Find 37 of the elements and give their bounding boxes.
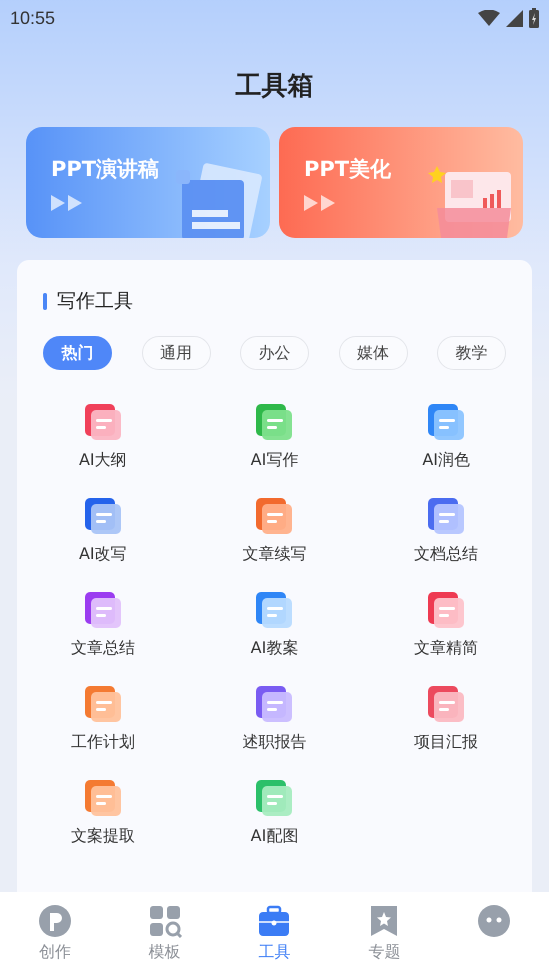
logo-icon (38, 904, 72, 938)
status-time: 10:55 (10, 8, 56, 28)
toolbox-icon (257, 904, 292, 938)
tool-label[interactable]: 文案提取 (70, 826, 135, 847)
document-icon (82, 684, 123, 724)
signal-icon (506, 10, 523, 26)
tool-label[interactable]: AI润色 (422, 450, 470, 471)
document-icon (254, 496, 294, 536)
document-icon (82, 778, 123, 818)
tool-label[interactable]: AI配图 (250, 826, 298, 847)
page-title: 工具箱 (236, 70, 314, 103)
category-tab[interactable]: 通用 (142, 336, 210, 370)
section-title: 写作工具 (57, 289, 133, 314)
tool-label[interactable]: AI改写 (78, 544, 127, 565)
tool-label[interactable]: 工作计划 (70, 732, 135, 753)
tool-label[interactable]: 文章精简 (414, 638, 478, 659)
battery-icon (529, 8, 539, 28)
tool-label[interactable]: 文章总结 (70, 638, 135, 659)
category-tab[interactable]: 教学 (437, 336, 506, 370)
document-icon (426, 496, 466, 536)
tool-label[interactable]: AI大纲 (78, 450, 127, 471)
nav-tab[interactable]: 工具 (220, 892, 330, 976)
document-icon (426, 590, 466, 630)
document-icon (426, 684, 466, 724)
tool-label[interactable]: AI写作 (250, 450, 298, 471)
tool-label[interactable]: 项目汇报 (414, 732, 478, 753)
document-icon (82, 590, 123, 630)
template-search-icon (148, 904, 182, 938)
chat-bubble-icon (477, 904, 512, 938)
tool-label[interactable]: 述职报告 (242, 732, 306, 753)
category-tab[interactable]: 办公 (240, 336, 309, 370)
tool-label[interactable]: 文章续写 (242, 544, 306, 565)
wifi-icon (478, 10, 500, 26)
document-icon (254, 590, 294, 630)
tool-label[interactable]: 文档总结 (414, 544, 478, 565)
tool-label[interactable]: AI教案 (250, 638, 298, 659)
category-tab[interactable]: 媒体 (338, 336, 408, 370)
